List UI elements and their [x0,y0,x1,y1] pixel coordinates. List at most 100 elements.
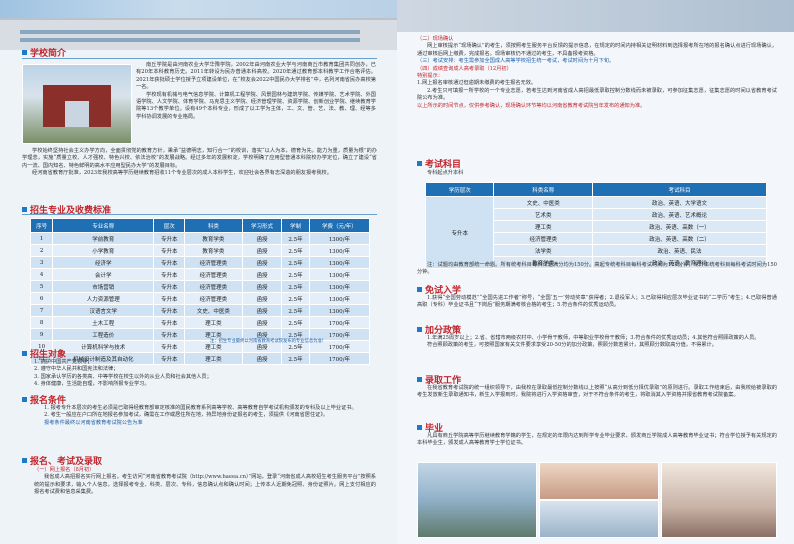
qualify-text: 1. 报考专升本层次的考生必须是已取得经教育部审定核准的国民教育系列高等学校、高… [34,405,376,427]
table-cell: 2 [29,244,54,257]
table-cell: 学前教育 [52,232,155,245]
table-row: 1 学前教育 专升本 教育学类 函授 2.5年 1300/年 [29,232,371,245]
table-cell: 6 [29,292,54,305]
table-cell: 7 [29,304,54,317]
exempt-p1: 1.获得“全国劳动模范”“全国先进工作者”称号，“全国‘五一’劳动奖章”获得者；… [417,295,777,309]
signup-p: 我省成人高招报名实行网上报名。考生访问“河南省教育考试院（http://www.… [34,474,376,496]
table-cell: 5 [29,280,54,293]
table-cell: 函授 [241,256,283,269]
classroom-photo [539,462,659,500]
table-cell: 汉语言文学 [52,304,155,317]
majors-header-cell: 科类 [184,218,243,233]
target-item: 4. 身体健康，生活能自理，不影响所报专业学习。 [34,381,150,388]
table-cell: 工程造价 [52,328,155,341]
targets-list: 1. 拥护中国共产党领导； 2. 遵守中华人民共和国宪法和法律； 3. 国家承认… [34,359,374,389]
table-cell: 经济管理类 [184,280,243,293]
subjects-header-cell: 科类名称 [493,182,594,197]
top-photo-strip [397,0,794,32]
table-cell: 2.5年 [281,256,310,269]
table-cell: 经济管理类 [184,292,243,305]
table-cell: 4 [29,268,54,281]
photo-collage [417,462,777,540]
library-photo [539,500,659,538]
subjects-note-text: 注：试题均由教育部统一命题。所有统考科目每科试题满分均为150分。高起专统考科目… [417,262,777,276]
table-cell: 经济学 [52,256,155,269]
table-cell: 土木工程 [52,316,155,329]
table-cell: 函授 [241,232,283,245]
table-cell: 函授 [241,244,283,257]
table-cell: 艺术类 [493,208,594,221]
subjects-header-cell: 考试科目 [592,182,767,197]
confirm-p: 网上审核提示“现场确认”的考生，须按照考生服务平台反馈的提示信息，在规定的时间内… [417,43,777,57]
table-cell: 3 [29,256,54,269]
majors-header-cell: 序号 [29,218,54,233]
table-cell: 专升本 [153,304,186,317]
brochure-page: 学校简介 南丘学院是由河南农业大学华豫学院，2002年由河南农业大学与河南商丘市… [0,0,794,544]
students-photo [661,462,777,538]
campus-lake-photo [417,462,537,538]
table-cell: 2.5年 [281,292,310,305]
table-cell: 文史、中医类 [493,196,594,209]
table-cell: 经济管理类 [184,256,243,269]
intro-p4: 经河南省教育厅批准，2023年我校高等学历继续教育招收11个专业层次的成人本科学… [32,170,332,177]
exam-schedule: （三）考试安排：考生需参加全国成人高等学校招生统一考试，考试时间为十月下旬。 [417,58,615,65]
campus-gate-photo [22,64,132,144]
table-cell: 经济管理类 [493,232,594,245]
table-cell: 政治、英语、高数（一） [592,220,767,233]
table-cell: 函授 [241,304,283,317]
table-cell: 小学教育 [52,244,155,257]
table-cell: 1300/年 [308,280,371,293]
intro-p3: 学校始终坚持社会主义办学方向，全面贯彻党的教育方针，秉承“益德明志，知行合一”的… [22,148,377,169]
table-row: 2 小学教育 专升本 教育学类 函授 2.5年 1300/年 [29,244,371,257]
table-row: 8 土木工程 专升本 理工类 函授 2.5年 1700/年 [29,316,371,329]
table-cell: 1 [29,232,54,245]
exempt-text: 1.获得“全国劳动模范”“全国先进工作者”称号，“全国‘五一’劳动奖章”获得者；… [417,295,777,310]
table-cell: 专升本 [153,328,186,341]
table-cell: 函授 [241,280,283,293]
table-cell: 专升本 [153,292,186,305]
majors-header-cell: 层次 [153,218,186,233]
table-cell: 1300/年 [308,268,371,281]
table-row: 3 经济学 专升本 经济管理类 函授 2.5年 1300/年 [29,256,371,269]
table-cell: 专升本 [153,232,186,245]
table-cell: 2.5年 [281,268,310,281]
table-row: 6 人力资源管理 专升本 经济管理类 函授 2.5年 1300/年 [29,292,371,305]
score-query: （四）成绩查询成人高考录取（12月初） [417,65,512,72]
table-cell: 会计学 [52,268,155,281]
table-cell: 专升本 [153,244,186,257]
table-cell: 2.5年 [281,304,310,317]
table-cell: 市场营销 [52,280,155,293]
bonus-text: 1.年满25周岁以上；2.省、省辖市两级农村中、小学骨干教师，中等职业学校骨干教… [417,335,777,350]
table-row: 7 汉语言文学 专升本 文史、中医类 函授 2.5年 1300/年 [29,304,371,317]
majors-header-cell: 学制 [281,218,310,233]
table-cell: 教育学类 [184,232,243,245]
table-cell: 2.5年 [281,280,310,293]
table-row: 4 会计学 专升本 经济管理类 函授 2.5年 1300/年 [29,268,371,281]
table-cell: 理工类 [184,316,243,329]
table-cell: 经济管理类 [184,268,243,281]
table-cell: 1300/年 [308,256,371,269]
table-row: 专升本 文史、中医类 政治、英语、大学语文 [424,196,767,269]
tip-1: 1.网上报名审核通过但逾期未缴费的考生报名无效。 [417,80,537,87]
grad-text: 凡具有商丘学院高等学历继续教育学籍的学生，在规定的年限内达到所学专业毕业要求，颁… [417,433,777,448]
table-cell: 9 [29,328,54,341]
table-cell: 1300/年 [308,292,371,305]
table-cell: 文史、中医类 [184,304,243,317]
qualify-p2: 2. 考生一般应在户口所在地报名参加考试，确需在工作或居住所在地，持异地身份证报… [44,412,329,419]
table-cell: 政治、英语、高数（二） [592,232,767,245]
grad-p: 凡具有商丘学院高等学历继续教育学籍的学生，在规定的年限内达到所学专业毕业要求，颁… [417,433,777,447]
table-cell: 1300/年 [308,304,371,317]
table-cell: 法学类 [493,244,594,257]
subjects-intro: 专科起点升本科 [427,170,464,176]
table-cell: 函授 [241,316,283,329]
table-cell: 1700/年 [308,316,371,329]
signup-heading: 报名、考试及录取 [22,454,102,467]
intro-p1-2: 南丘学院是由河南农业大学华豫学院，2002年由河南农业大学与河南商丘市教育集团共… [136,62,376,121]
table-cell: 8 [29,316,54,329]
table-cell: 理工类 [493,220,594,233]
table-cell: 1300/年 [308,232,371,245]
table-cell: 政治、英语、大学语文 [592,196,767,209]
table-cell: 专升本 [153,316,186,329]
table-cell: 2.5年 [281,232,310,245]
majors-header-cell: 学费（元/年） [308,218,371,233]
